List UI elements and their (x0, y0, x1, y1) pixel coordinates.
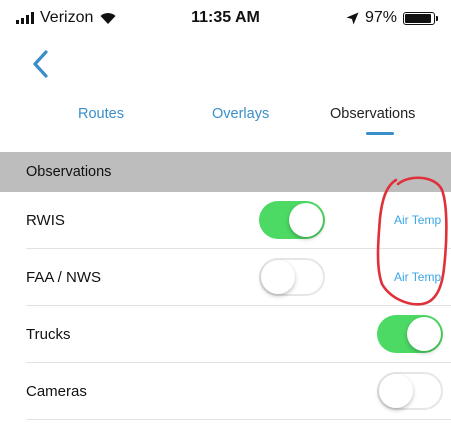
row-rwis: RWIS Air Temp (0, 192, 451, 249)
tab-routes[interactable]: Routes (78, 106, 124, 122)
toggle-knob (289, 203, 323, 237)
section-title: Observations (26, 164, 112, 180)
battery-fill (405, 13, 432, 23)
toggle-knob (379, 374, 413, 408)
chevron-left-icon (33, 50, 48, 78)
active-tab-indicator (366, 132, 394, 135)
row-label: FAA / NWS (26, 269, 102, 286)
battery-percent: 97% (364, 9, 397, 26)
cameras-toggle[interactable] (377, 372, 443, 410)
status-right: 97% (346, 9, 438, 27)
row-label: Cameras (26, 383, 87, 400)
status-bar: Verizon 11:35 AM 97% (0, 0, 451, 38)
row-faa-nws: FAA / NWS Air Temp (0, 249, 451, 306)
rwis-air-temp-link[interactable]: Air Temp (394, 213, 441, 227)
faa-nws-air-temp-link[interactable]: Air Temp (394, 270, 441, 284)
toggle-knob (261, 260, 295, 294)
row-trucks: Trucks (0, 306, 451, 363)
divider (26, 419, 451, 420)
toggle-knob (407, 317, 441, 351)
tab-observations[interactable]: Observations (330, 106, 415, 122)
row-label: Trucks (26, 326, 71, 343)
row-label: RWIS (26, 212, 65, 229)
tab-bar: Routes Overlays Observations (0, 90, 451, 142)
rwis-toggle[interactable] (259, 201, 325, 239)
tab-overlays[interactable]: Overlays (212, 106, 269, 122)
battery-icon (403, 11, 438, 25)
faa-nws-toggle[interactable] (259, 258, 325, 296)
section-header: Observations (0, 152, 451, 192)
back-button[interactable] (26, 47, 56, 81)
trucks-toggle[interactable] (377, 315, 443, 353)
row-cameras: Cameras (0, 363, 451, 420)
nav-bar (0, 38, 451, 90)
location-arrow-icon (346, 12, 359, 24)
